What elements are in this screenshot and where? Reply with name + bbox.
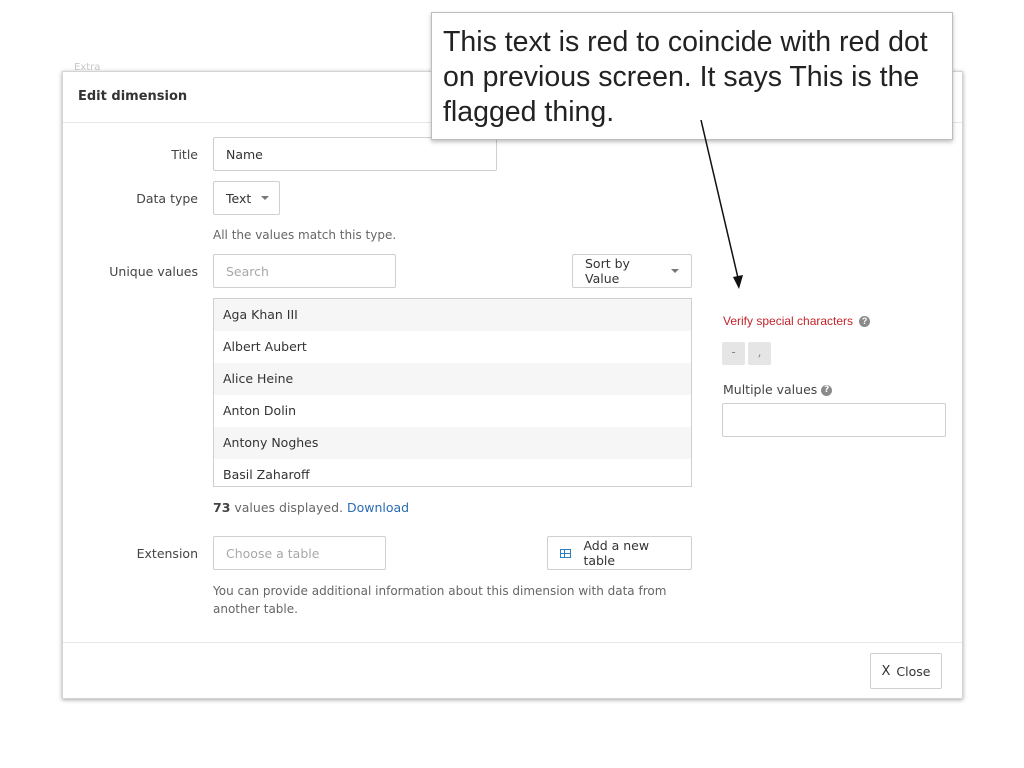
table-icon [560,548,572,558]
extension-help: You can provide additional information a… [213,584,667,616]
multiple-values-input[interactable] [722,403,946,437]
data-type-help: All the values match this type. [213,228,397,242]
add-new-table-button[interactable]: Add a new table [547,536,692,570]
special-char-chip-comma[interactable]: , [748,342,771,365]
modal-footer: X Close [63,642,962,698]
extension-label: Extension [136,546,198,561]
unique-values-label: Unique values [109,264,198,279]
close-label: Close [896,663,931,679]
callout-text: This text is red to coincide with red do… [443,26,928,128]
add-new-table-label: Add a new table [583,538,650,568]
annotation-callout: This text is red to coincide with red do… [431,12,953,140]
multiple-values-label-row: Multiple values? [723,382,833,397]
download-link[interactable]: Download [347,500,409,515]
edit-dimension-modal: Edit dimension Title Data type Text All … [62,71,963,699]
list-item[interactable]: Anton Dolin [214,395,691,427]
close-icon: X [881,663,891,679]
list-item[interactable]: Aga Khan III [214,299,691,331]
verify-label: Verify special characters [723,314,854,328]
title-label: Title [171,147,198,162]
verify-special-characters: Verify special characters? [723,314,871,328]
choose-table-input[interactable] [213,536,386,570]
close-button[interactable]: X Close [870,653,942,689]
special-char-chip-dash[interactable]: - [722,342,745,365]
list-item[interactable]: Alice Heine [214,363,691,395]
question-icon[interactable]: ? [859,316,871,328]
list-item[interactable]: Basil Zaharoff [214,459,691,486]
title-input[interactable] [213,137,497,171]
list-item[interactable]: Antony Noghes [214,427,691,459]
sort-dropdown[interactable]: Sort by Value [572,254,692,288]
search-input[interactable] [213,254,396,288]
data-type-value: Text [226,190,252,206]
multiple-values-label: Multiple values [723,382,818,397]
data-type-label: Data type [136,191,198,206]
values-count: 73 [213,500,231,515]
chevron-down-icon [261,196,270,200]
list-item[interactable]: Albert Aubert [214,331,691,363]
sort-label: Sort by Value [585,256,630,286]
values-count-suffix: values displayed. [230,500,347,515]
modal-title: Edit dimension [78,89,188,104]
unique-values-list[interactable]: Aga Khan III Albert Aubert Alice Heine A… [213,298,692,487]
question-icon[interactable]: ? [821,385,833,396]
chevron-down-icon [671,269,679,273]
values-count-text: 73 values displayed. Download [213,500,409,515]
data-type-dropdown[interactable]: Text [213,181,280,215]
